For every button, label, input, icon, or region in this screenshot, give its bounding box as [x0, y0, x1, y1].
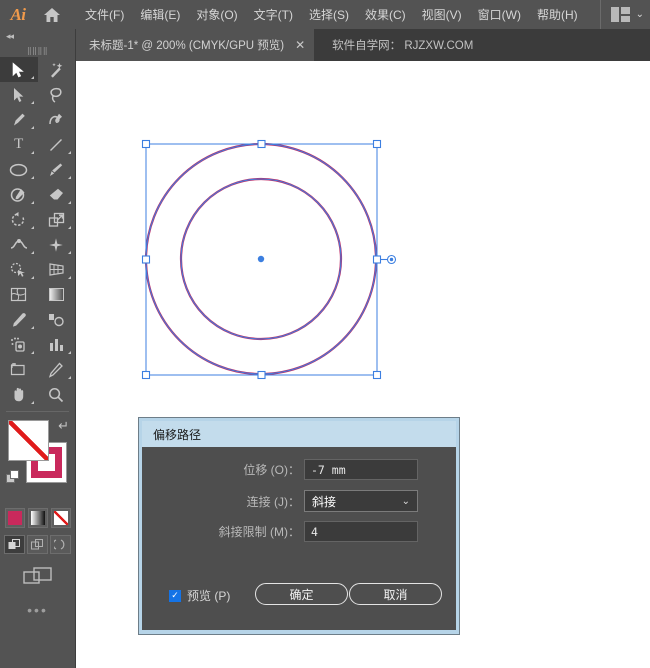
color-swatch-area: ↵	[0, 416, 75, 504]
tool-lasso[interactable]	[38, 82, 76, 107]
preview-checkbox-row[interactable]: ✓ 预览 (P)	[169, 587, 230, 604]
menu-edit[interactable]: 编辑(E)	[132, 0, 188, 29]
tool-shaper[interactable]	[0, 182, 38, 207]
menu-select[interactable]: 选择(S)	[301, 0, 357, 29]
field-row-joins: 连接 (J)： 斜接 ⌄	[142, 490, 456, 512]
tool-curvature[interactable]	[38, 107, 76, 132]
tool-width[interactable]	[0, 232, 38, 257]
dialog-body: 位移 (O)： -7 mm 连接 (J)： 斜接 ⌄ 斜接限制 (M)： 4 ✓…	[142, 447, 456, 630]
menu-items: 文件(F) 编辑(E) 对象(O) 文字(T) 选择(S) 效果(C) 视图(V…	[77, 0, 586, 29]
tool-eyedropper[interactable]	[0, 307, 38, 332]
mode-color[interactable]	[5, 508, 25, 528]
toolbar-divider	[6, 411, 69, 412]
tool-pen[interactable]	[0, 107, 38, 132]
none-slash-icon	[9, 421, 48, 460]
center-anchor-point	[258, 256, 264, 262]
fill-swatch[interactable]	[8, 420, 49, 461]
menu-bar: Ai 文件(F) 编辑(E) 对象(O) 文字(T) 选择(S) 效果(C) 视…	[0, 0, 650, 29]
cancel-button[interactable]: 取消	[349, 583, 442, 605]
home-icon[interactable]	[36, 0, 68, 29]
tool-shape-builder[interactable]	[0, 257, 38, 282]
draw-normal[interactable]	[4, 535, 25, 554]
tool-type[interactable]: T	[0, 132, 38, 157]
tool-panel: ◂◂ ‖‖‖‖	[0, 29, 76, 668]
menu-help[interactable]: 帮助(H)	[529, 0, 586, 29]
document-tab[interactable]: 未标题-1* @ 200% (CMYK/GPU 预览) ✕	[76, 29, 314, 61]
offset-path-dialog: 偏移路径 位移 (O)： -7 mm 连接 (J)： 斜接 ⌄ 斜接限制 (M)…	[138, 417, 460, 635]
document-tab-bar: 未标题-1* @ 200% (CMYK/GPU 预览) ✕ 软件自学网： RJZ…	[76, 29, 650, 61]
offset-input[interactable]: -7 mm	[304, 459, 418, 480]
offset-label: 位移 (O)：	[142, 461, 300, 478]
joins-select[interactable]: 斜接 ⌄	[304, 490, 418, 512]
collapse-panel-icon[interactable]: ◂◂	[0, 29, 75, 44]
ok-button[interactable]: 确定	[255, 583, 348, 605]
joins-select-value: 斜接	[312, 493, 336, 510]
app-logo-icon: Ai	[0, 0, 36, 29]
tool-magic-wand[interactable]	[38, 57, 76, 82]
tool-gradient[interactable]	[38, 282, 76, 307]
menu-effect[interactable]: 效果(C)	[357, 0, 414, 29]
menu-file[interactable]: 文件(F)	[77, 0, 132, 29]
preview-checkbox[interactable]: ✓	[169, 590, 181, 602]
tool-hand[interactable]	[0, 382, 38, 407]
tool-grid: T	[0, 57, 75, 407]
draw-mode-row	[0, 535, 75, 554]
mode-none[interactable]	[51, 508, 71, 528]
tool-symbol-sprayer[interactable]	[0, 332, 38, 357]
tool-line-segment[interactable]	[38, 132, 76, 157]
tool-rotate[interactable]	[0, 207, 38, 232]
mode-gradient[interactable]	[28, 508, 48, 528]
menu-type[interactable]: 文字(T)	[246, 0, 301, 29]
joins-label: 连接 (J)：	[142, 493, 300, 510]
tool-zoom[interactable]	[38, 382, 76, 407]
swap-fill-stroke-icon[interactable]: ↵	[58, 418, 69, 434]
color-mode-row	[0, 508, 75, 528]
tool-direct-selection[interactable]	[0, 82, 38, 107]
field-row-offset: 位移 (O)： -7 mm	[142, 459, 456, 480]
menu-window[interactable]: 窗口(W)	[470, 0, 529, 29]
tool-blend[interactable]	[38, 307, 76, 332]
field-row-miter-limit: 斜接限制 (M)： 4	[142, 521, 456, 542]
illustrator-window: Ai 文件(F) 编辑(E) 对象(O) 文字(T) 选择(S) 效果(C) 视…	[0, 0, 650, 668]
document-tab-label: 未标题-1* @ 200% (CMYK/GPU 预览)	[89, 37, 284, 53]
preview-label: 预览 (P)	[187, 587, 230, 604]
rotate-anchor-widget[interactable]	[381, 256, 396, 264]
menu-object[interactable]: 对象(O)	[188, 0, 245, 29]
promo-text: 软件自学网： RJZXW.COM	[314, 29, 473, 61]
close-icon[interactable]: ✕	[295, 39, 305, 51]
screen-mode-icon[interactable]	[0, 566, 75, 588]
workspace-switcher-icon	[611, 7, 630, 22]
tool-paintbrush[interactable]	[38, 157, 76, 182]
chevron-down-icon: ⌄	[402, 496, 410, 507]
tool-slice[interactable]	[38, 357, 76, 382]
panel-grip[interactable]: ‖‖‖‖	[0, 44, 75, 57]
tool-scale[interactable]	[38, 207, 76, 232]
menu-view[interactable]: 视图(V)	[414, 0, 470, 29]
draw-inside[interactable]	[50, 535, 71, 554]
tool-free-transform[interactable]	[38, 232, 76, 257]
tool-column-graph[interactable]	[38, 332, 76, 357]
tool-eraser[interactable]	[38, 182, 76, 207]
miter-limit-label: 斜接限制 (M)：	[142, 523, 300, 540]
dialog-title: 偏移路径	[142, 421, 456, 447]
tool-selection[interactable]	[0, 57, 38, 82]
workspace-switcher[interactable]: ⌄	[600, 0, 644, 29]
tool-perspective-grid[interactable]	[38, 257, 76, 282]
default-fill-stroke-icon[interactable]	[6, 470, 20, 484]
tool-mesh[interactable]	[0, 282, 38, 307]
tool-artboard[interactable]	[0, 357, 38, 382]
chevron-down-icon: ⌄	[636, 9, 644, 20]
more-tools-icon[interactable]: •••	[0, 602, 75, 618]
miter-limit-input[interactable]: 4	[304, 521, 418, 542]
draw-behind[interactable]	[27, 535, 48, 554]
tool-ellipse[interactable]	[0, 157, 38, 182]
